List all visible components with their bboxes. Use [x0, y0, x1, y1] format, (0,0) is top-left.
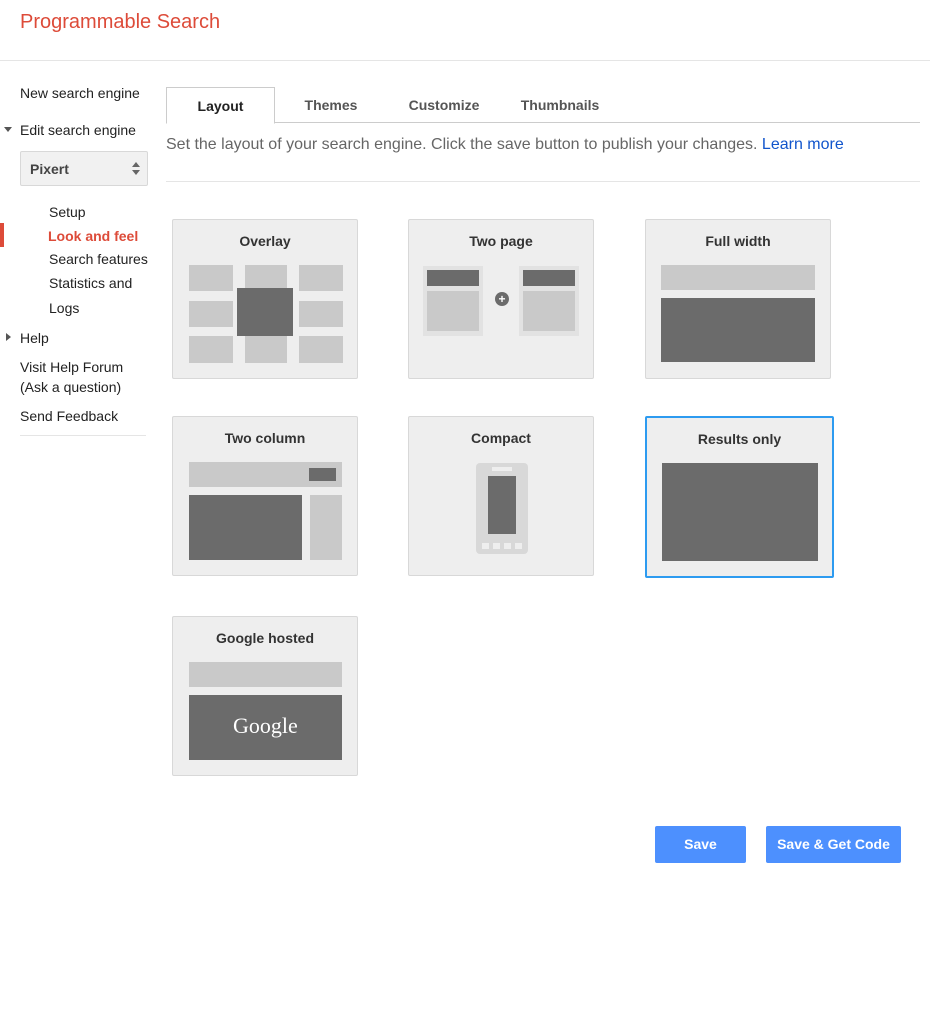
- layout-card-two-page[interactable]: Two page +: [408, 219, 594, 379]
- google-logo: Google: [233, 713, 298, 738]
- tab-bar: Layout Themes Customize Thumbnails: [166, 87, 920, 124]
- sidebar-item-search-features[interactable]: Search features: [49, 251, 148, 267]
- sidebar-item-setup[interactable]: Setup: [49, 204, 86, 220]
- edit-search-engine-link[interactable]: Edit search engine: [20, 122, 136, 138]
- layout-card-title: Two page: [469, 233, 533, 249]
- layout-card-title: Overlay: [239, 233, 291, 249]
- sidebar-item-logs[interactable]: Logs: [49, 300, 79, 316]
- tab-themes[interactable]: Themes: [281, 87, 381, 123]
- layout-card-title: Google hosted: [216, 630, 314, 646]
- help-link[interactable]: Help: [20, 330, 49, 346]
- layout-card-google-hosted[interactable]: Google hosted Google: [172, 616, 358, 776]
- learn-more-link[interactable]: Learn more: [762, 136, 844, 153]
- save-get-code-button[interactable]: Save & Get Code: [766, 826, 901, 863]
- new-search-engine-link[interactable]: New search engine: [20, 85, 140, 101]
- layout-card-title: Two column: [224, 430, 306, 446]
- app-title[interactable]: Programmable Search: [20, 11, 220, 34]
- send-feedback-link[interactable]: Send Feedback: [20, 408, 118, 424]
- help-forum-link-sub[interactable]: (Ask a question): [20, 379, 121, 395]
- layout-card-title: Compact: [471, 430, 531, 446]
- layout-card-compact[interactable]: Compact: [408, 416, 594, 576]
- sidebar-divider: [20, 435, 146, 436]
- layout-card-title: Results only: [697, 431, 782, 447]
- layout-card-overlay[interactable]: Overlay: [172, 219, 358, 379]
- sidebar-item-look-and-feel[interactable]: Look and feel: [48, 228, 138, 244]
- divider: [166, 181, 920, 182]
- engine-select-value: Pixert: [30, 161, 69, 177]
- layout-card-full-width[interactable]: Full width: [645, 219, 831, 379]
- plus-circle-icon: +: [495, 292, 509, 306]
- tab-customize[interactable]: Customize: [394, 87, 494, 123]
- layout-card-results-only[interactable]: Results only: [645, 416, 834, 578]
- tab-thumbnails[interactable]: Thumbnails: [510, 87, 610, 123]
- engine-select[interactable]: Pixert: [20, 151, 148, 186]
- help-forum-link[interactable]: Visit Help Forum: [20, 359, 123, 375]
- select-arrows-icon: [132, 162, 140, 176]
- sidebar-item-statistics[interactable]: Statistics and: [49, 275, 132, 291]
- active-indicator: [0, 223, 4, 247]
- description-text: Set the layout of your search engine. Cl…: [166, 136, 758, 153]
- save-button[interactable]: Save: [655, 826, 746, 863]
- top-bar: Programmable Search: [0, 0, 930, 61]
- tab-layout[interactable]: Layout: [166, 87, 275, 124]
- caret-right-icon[interactable]: [6, 333, 11, 341]
- layout-card-title: Full width: [705, 233, 771, 249]
- layout-description: Set the layout of your search engine. Cl…: [166, 136, 844, 154]
- caret-down-icon[interactable]: [4, 127, 12, 132]
- layout-card-two-column[interactable]: Two column: [172, 416, 358, 576]
